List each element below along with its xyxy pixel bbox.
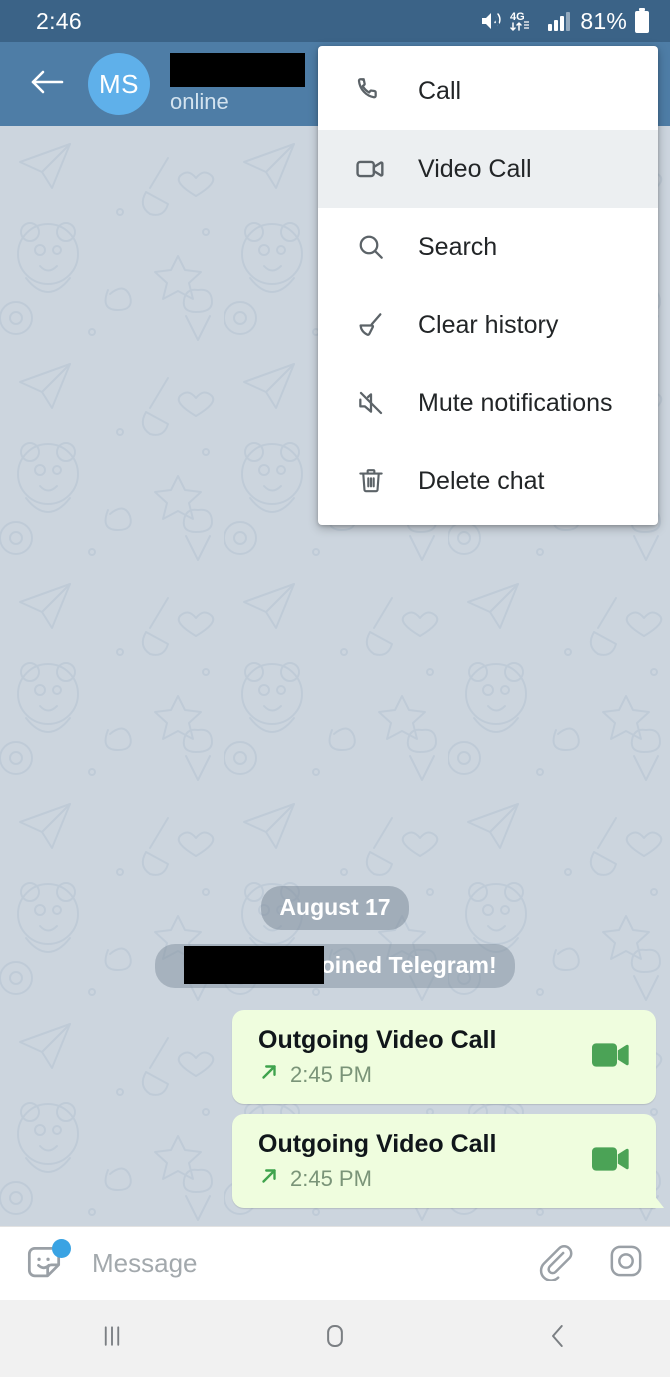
camera-button[interactable]	[606, 1241, 646, 1286]
back-button[interactable]	[22, 59, 72, 109]
nav-back-icon	[543, 1321, 573, 1356]
menu-item-label: Mute notifications	[418, 388, 613, 417]
message-input-bar: Message	[0, 1226, 670, 1300]
home-button[interactable]	[290, 1309, 380, 1369]
broom-icon	[348, 302, 394, 348]
status-bar-icons: 4G 81%	[479, 8, 650, 35]
service-message-row: joined Telegram!	[14, 944, 656, 988]
home-icon	[320, 1321, 350, 1356]
attach-button[interactable]	[534, 1241, 574, 1286]
status-bar: 2:46 4G 81%	[0, 0, 670, 42]
battery-percent-label: 81%	[580, 7, 627, 34]
search-icon	[348, 224, 394, 270]
video-camera-icon	[592, 1144, 632, 1179]
message-meta: 2:45 PM	[258, 1061, 496, 1088]
menu-item-label: Video Call	[418, 154, 532, 183]
input-actions	[534, 1241, 646, 1286]
android-nav-bar	[0, 1300, 670, 1377]
recents-icon	[97, 1321, 127, 1356]
back-arrow-icon	[30, 68, 64, 101]
menu-item-call[interactable]: Call	[318, 52, 658, 130]
outgoing-arrow-icon	[258, 1165, 280, 1192]
menu-item-delete-chat[interactable]: Delete chat	[318, 442, 658, 520]
mute-vibrate-icon	[479, 9, 503, 33]
avatar-initials: MS	[99, 68, 139, 99]
menu-item-search[interactable]: Search	[318, 208, 658, 286]
telegram-chat-screen: 2:46 4G 81% MS online Call Video Call Se…	[0, 0, 670, 1377]
overflow-menu: Call Video Call Search Clear history Mut…	[318, 46, 658, 525]
paperclip-icon	[534, 1241, 574, 1286]
message-meta: 2:45 PM	[258, 1165, 496, 1192]
service-message-name-redacted	[184, 946, 324, 984]
menu-item-label: Clear history	[418, 310, 559, 339]
message-time: 2:45 PM	[290, 1061, 372, 1087]
date-badge: August 17	[261, 886, 409, 930]
date-separator: August 17	[14, 886, 656, 930]
battery-icon	[634, 8, 650, 34]
bubble-text: Outgoing Video Call 2:45 PM	[258, 1026, 496, 1088]
video-camera-icon	[592, 1040, 632, 1075]
message-input[interactable]: Message	[92, 1248, 534, 1279]
peer-info[interactable]: online	[170, 53, 305, 115]
phone-icon	[348, 68, 394, 114]
nav-back-button[interactable]	[513, 1309, 603, 1369]
message-bubble-video-call[interactable]: Outgoing Video Call 2:45 PM	[232, 1010, 656, 1104]
message-list: August 17 joined Telegram! Outgoing Vide…	[0, 886, 670, 1226]
signal-bars-icon	[547, 10, 571, 32]
sticker-badge-dot	[52, 1238, 71, 1258]
menu-item-label: Delete chat	[418, 466, 545, 495]
service-message-text: joined Telegram!	[314, 952, 497, 978]
camera-icon	[606, 1241, 646, 1286]
recents-button[interactable]	[67, 1309, 157, 1369]
menu-item-label: Call	[418, 76, 462, 105]
menu-item-video-call[interactable]: Video Call	[318, 130, 658, 208]
mute-bell-icon	[348, 380, 394, 426]
outgoing-arrow-icon	[258, 1061, 280, 1088]
trash-icon	[348, 458, 394, 504]
sticker-button[interactable]	[22, 1238, 71, 1289]
message-row: Outgoing Video Call 2:45 PM	[14, 1114, 656, 1208]
peer-status: online	[170, 89, 229, 114]
svg-text:4G: 4G	[510, 11, 525, 23]
message-title: Outgoing Video Call	[258, 1026, 497, 1054]
4g-lte-icon: 4G	[510, 9, 540, 33]
sticker-smiley-icon	[22, 1246, 66, 1289]
menu-item-label: Search	[418, 232, 498, 261]
message-title: Outgoing Video Call	[258, 1130, 497, 1158]
avatar[interactable]: MS	[88, 53, 150, 115]
message-time: 2:45 PM	[290, 1165, 372, 1191]
message-row: Outgoing Video Call 2:45 PM	[14, 1010, 656, 1104]
message-bubble-video-call[interactable]: Outgoing Video Call 2:45 PM	[232, 1114, 656, 1208]
menu-item-mute-notifications[interactable]: Mute notifications	[318, 364, 658, 442]
menu-item-clear-history[interactable]: Clear history	[318, 286, 658, 364]
status-clock: 2:46	[36, 7, 82, 34]
bubble-text: Outgoing Video Call 2:45 PM	[258, 1130, 496, 1192]
video-camera-icon	[348, 146, 394, 192]
peer-name-redacted	[170, 53, 305, 87]
